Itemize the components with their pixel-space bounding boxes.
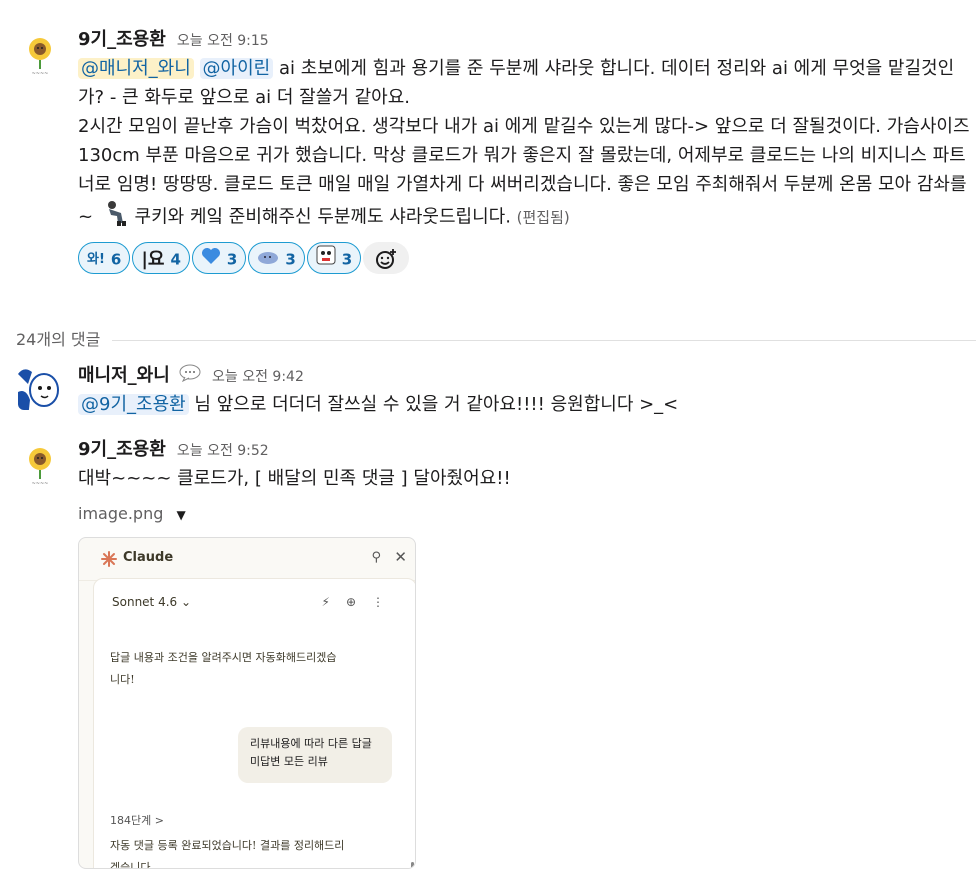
avatar-manager[interactable]	[18, 366, 62, 410]
blue-heart-icon	[201, 244, 221, 276]
claude-logo-icon	[101, 551, 117, 571]
mention-irene[interactable]: @아이린	[199, 58, 274, 79]
image-attachment[interactable]: Claude ⚲ ✕ Sonnet 4.6 ⌄ ⚡⊕⋮ 답글 내용과 조건을 알…	[78, 537, 416, 869]
file-name[interactable]: image.png	[78, 504, 163, 523]
svg-text:~~~~: ~~~~	[32, 71, 49, 77]
user-bubble: 리뷰내용에 따라 다른 답글 미답변 모든 리뷰	[238, 727, 392, 783]
message-text-3: 쿠키와 케잌 준비해주신 두분께도 샤라웃드립니다.	[128, 206, 511, 228]
author-name[interactable]: 9기_조용환	[78, 29, 166, 50]
bot-message-line: 니다!	[110, 673, 135, 686]
author-name[interactable]: 9기_조용환	[78, 439, 166, 460]
message-text: 님 앞으로 더더더 잘쓰실 수 있을 거 같아요!!!! 응원합니다 >_<	[188, 394, 679, 415]
face-emoji-icon	[316, 244, 336, 276]
claude-header: Claude ⚲ ✕	[79, 538, 415, 581]
timestamp[interactable]: 오늘 오전 9:15	[177, 33, 269, 49]
avatar-sunflower[interactable]: ~~~~	[18, 33, 62, 77]
user-bubble-line: 리뷰내용에 따라 다른 답글	[250, 737, 372, 750]
wow-badge-icon: 와!	[87, 251, 105, 267]
svg-text:~~~~: ~~~~	[32, 481, 49, 487]
reaction-count: 4	[170, 250, 181, 269]
speech-bubble-icon	[179, 364, 201, 389]
reaction-blue-heart[interactable]: 3	[191, 242, 247, 276]
edited-label: (편집됨)	[516, 208, 570, 227]
caret-down-icon[interactable]: ▼	[176, 504, 185, 526]
mention-author[interactable]: @9기_조용환	[78, 394, 189, 415]
bot-message-2: 자동 댓글 등록 완료되었습니다! 결과를 정리해드리 겠습니다.	[110, 835, 345, 869]
pin-icon: ⚲	[371, 550, 381, 565]
reaction-face[interactable]: 3	[306, 242, 362, 276]
reply-count-label: 24개의 댓글	[16, 330, 113, 349]
blob-emoji-icon	[257, 244, 279, 276]
user-bubble-line: 미답변 모든 리뷰	[250, 755, 328, 768]
author-name[interactable]: 매니저_와니	[78, 365, 170, 386]
reaction-count: 3	[226, 250, 238, 269]
bowing-person-emoji-icon	[103, 199, 129, 236]
bot-message-line: 답글 내용과 조건을 알려주시면 자동화해드리겠습	[110, 651, 337, 664]
yo-badge-icon: |요	[141, 248, 165, 270]
reaction-blob[interactable]: 3	[248, 242, 305, 276]
add-reaction-button[interactable]	[363, 242, 410, 274]
model-selector: Sonnet 4.6 ⌄	[112, 595, 192, 609]
message-body: @9기_조용환 님 앞으로 더더더 잘쓰실 수 있을 거 같아요!!!! 응원합…	[78, 390, 974, 419]
message-body: @매니저_와니 @아이린 ai 초보에게 힘과 용기를 준 두분께 샤라웃 합니…	[78, 54, 974, 236]
scrollbar	[411, 862, 414, 868]
reply-count-divider: 24개의 댓글	[16, 327, 976, 353]
claude-title: Claude	[123, 550, 174, 565]
timestamp[interactable]: 오늘 오전 9:52	[177, 443, 269, 459]
reaction-count: 6	[110, 250, 122, 269]
steps-label: 184단계 >	[110, 814, 164, 827]
timestamp[interactable]: 오늘 오전 9:42	[212, 369, 304, 385]
avatar-sunflower[interactable]: ~~~~	[18, 443, 62, 487]
message-body: 대박~~~~ 클로드가, [ 배달의 민족 댓글 ] 달아줬어요!!	[78, 468, 511, 489]
bot-message-line: 자동 댓글 등록 완료되었습니다! 결과를 정리해드리	[110, 839, 345, 852]
add-emoji-icon	[376, 248, 397, 269]
reaction-wow[interactable]: 와! 6	[78, 242, 131, 274]
mention-manager[interactable]: @매니저_와니	[78, 58, 194, 79]
bot-message-line: 겠습니다.	[110, 861, 154, 869]
divider-line	[16, 340, 976, 341]
reactions-bar: 와! 6 |요 4 3 3 3	[78, 242, 974, 278]
reaction-count: 3	[285, 250, 296, 269]
file-name-row: image.png ▼	[78, 503, 974, 525]
reaction-yo[interactable]: |요 4	[132, 242, 190, 274]
claude-chat-card: Sonnet 4.6 ⌄ ⚡⊕⋮ 답글 내용과 조건을 알려주시면 자동화해드리…	[93, 578, 415, 869]
close-icon: ✕	[394, 548, 407, 566]
bot-message-1: 답글 내용과 조건을 알려주시면 자동화해드리겠습 니다!	[110, 647, 337, 691]
card-toolbar-icons: ⚡⊕⋮	[321, 595, 400, 609]
reaction-count: 3	[341, 250, 353, 269]
